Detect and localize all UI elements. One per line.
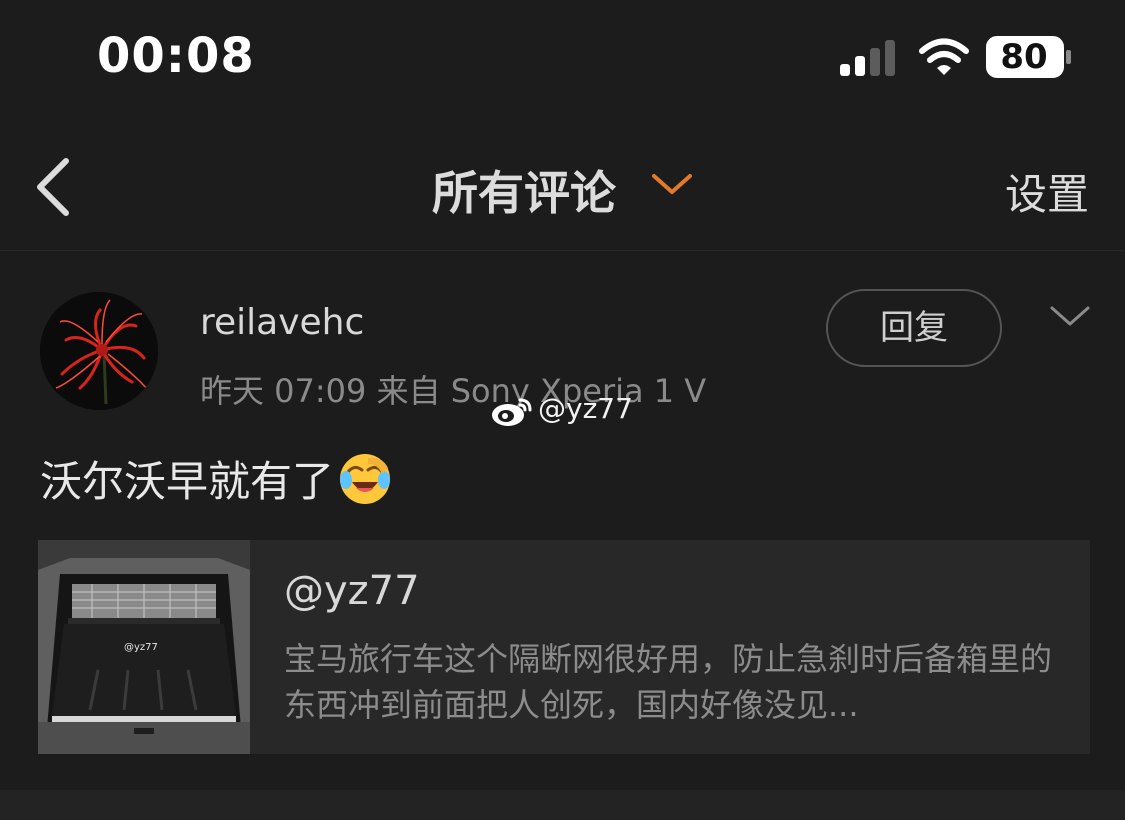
battery-level: 80 xyxy=(1000,37,1048,77)
quote-thumbnail[interactable]: @yz77 xyxy=(38,540,250,754)
nav-bar: 所有评论 设置 xyxy=(0,125,1125,251)
wifi-icon xyxy=(919,38,969,75)
back-chevron-icon[interactable] xyxy=(30,155,78,219)
status-bar: 00:08 80 xyxy=(0,0,1125,120)
watermark-handle: @yz77 xyxy=(538,392,633,425)
quote-author[interactable]: @yz77 xyxy=(284,568,420,614)
next-item-divider xyxy=(0,790,1125,820)
more-options-chevron-icon[interactable] xyxy=(1048,300,1092,330)
quoted-post-card[interactable]: @yz77 @yz77 宝马旅行车这个隔断网很好用，防止急刹时后备箱里的东西冲到… xyxy=(38,540,1090,754)
laughing-crying-emoji-icon xyxy=(340,454,391,504)
chevron-down-icon[interactable] xyxy=(650,170,694,198)
quote-body: 宝马旅行车这个隔断网很好用，防止急刹时后备箱里的东西冲到前面把人创死，国内好像没… xyxy=(284,640,1053,724)
status-time: 00:08 xyxy=(97,28,255,84)
reply-button[interactable]: 回复 xyxy=(826,289,1002,367)
red-spider-lily-image xyxy=(40,292,158,410)
car-trunk-image: @yz77 xyxy=(38,540,250,754)
settings-button[interactable]: 设置 xyxy=(1005,161,1089,222)
signal-bars-icon xyxy=(840,40,895,76)
comment-body: 沃尔沃早就有了 xyxy=(40,448,392,509)
comment-username[interactable]: reilavehc xyxy=(200,302,364,343)
page-title[interactable]: 所有评论 xyxy=(432,157,616,223)
thumb-watermark: @yz77 xyxy=(124,642,158,653)
avatar[interactable] xyxy=(40,292,158,410)
comment-text: 沃尔沃早就有了 xyxy=(40,457,335,506)
weibo-logo-icon xyxy=(492,398,532,426)
